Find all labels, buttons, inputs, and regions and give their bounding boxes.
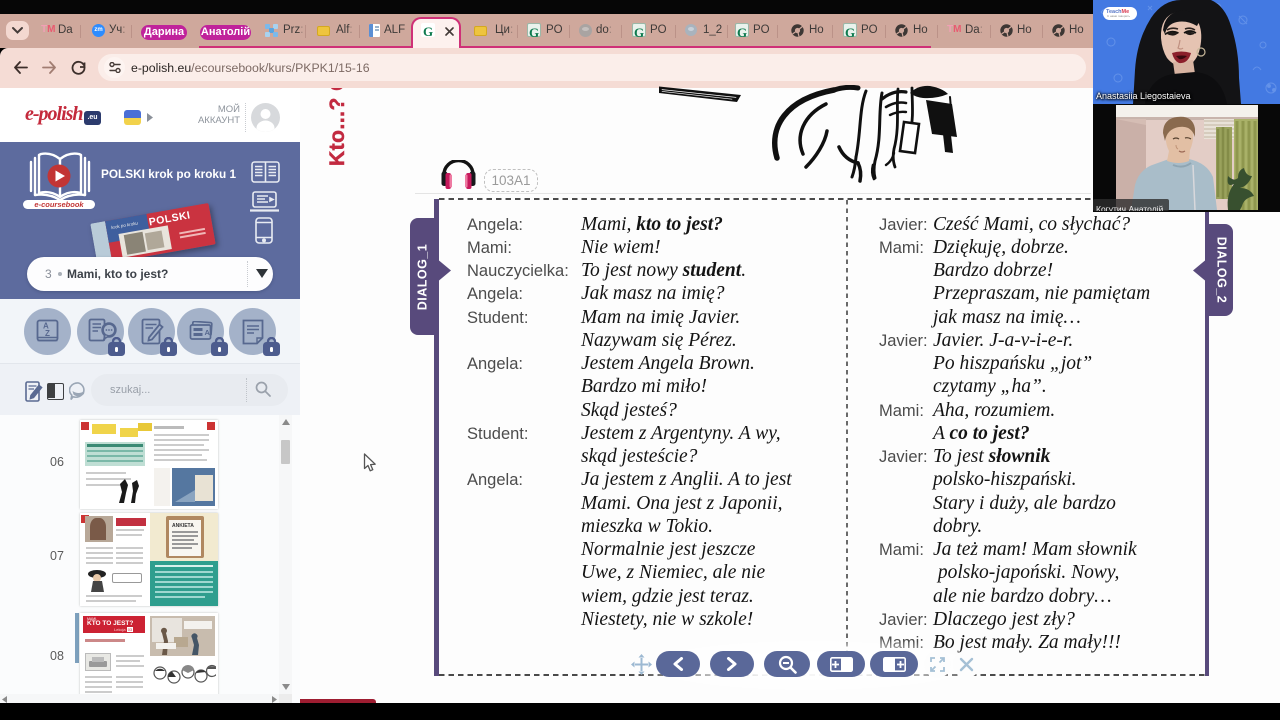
- svg-text:Z: Z: [45, 329, 50, 338]
- svg-text:A: A: [205, 328, 211, 337]
